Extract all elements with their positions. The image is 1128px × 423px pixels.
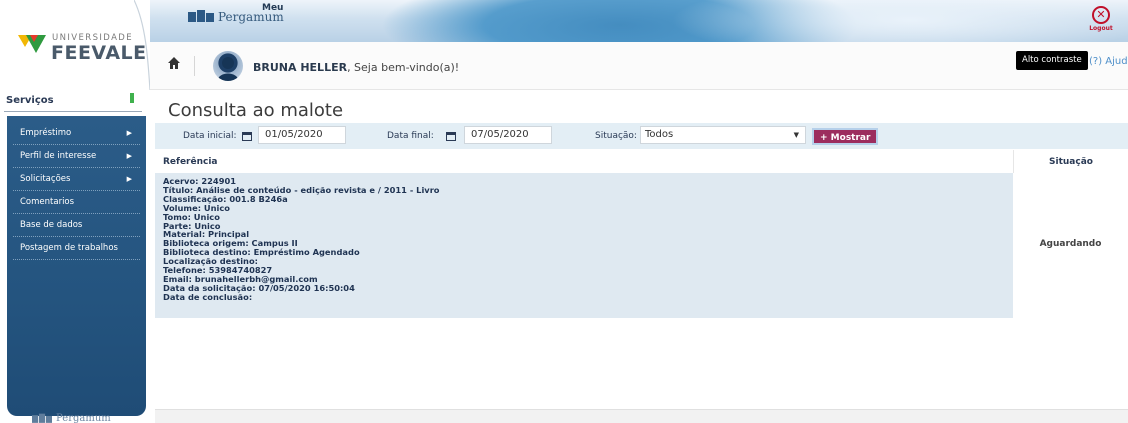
help-link[interactable]: (?) Ajuda: [1089, 56, 1128, 67]
logo-university-name: FEEVALE: [51, 42, 147, 64]
pergamum-books-icon: [32, 413, 52, 423]
chevron-down-icon: ▼: [793, 131, 799, 139]
logout-icon: ✕: [1092, 6, 1110, 24]
calendar-icon[interactable]: [242, 131, 252, 141]
start-date-label: Data inicial:: [183, 131, 237, 141]
sidebar-item-label: Comentarios: [20, 197, 75, 207]
sidebar-item-base-de-dados[interactable]: Base de dados: [13, 214, 140, 237]
calendar-icon[interactable]: [446, 131, 456, 141]
sidebar-item-perfil-de-interesse[interactable]: Perfil de interesse ▶: [13, 145, 140, 168]
caret-right-icon: ▶: [126, 152, 132, 160]
reference-line: Título: Análise de conteúdo - edição rev…: [163, 184, 440, 195]
start-date-input[interactable]: 01/05/2020: [258, 126, 346, 144]
sidebar-item-postagem-de-trabalhos[interactable]: Postagem de trabalhos: [13, 237, 140, 260]
greeting-text: , Seja bem-vindo(a)!: [347, 61, 460, 74]
caret-right-icon: ▶: [126, 175, 132, 183]
sidebar-item-label: Perfil de interesse: [20, 151, 97, 161]
status-select-value: Todos: [645, 129, 674, 140]
meu-pergamum-logo[interactable]: Pergamum: [188, 8, 284, 24]
page-title: Consulta ao malote: [168, 100, 344, 121]
app-name: Pergamum: [218, 10, 284, 24]
sidebar-menu: Empréstimo ▶ Perfil de interesse ▶ Solic…: [7, 116, 146, 416]
filter-bar: Data inicial: 01/05/2020 Data final: 07/…: [155, 123, 1128, 149]
sidebar-footer-brand: Pergamum: [56, 413, 111, 423]
status-label: Situação:: [595, 131, 637, 141]
feevale-logo-icon: [18, 35, 46, 53]
user-avatar: [213, 51, 243, 81]
user-avatar-icon: [217, 57, 239, 81]
reference-line: Biblioteca destino: Empréstimo Agendado: [163, 247, 360, 258]
top-banner: Meu Pergamum ✕ Logout: [150, 0, 1128, 42]
user-greeting: BRUNA HELLER, Seja bem-vindo(a)!: [253, 61, 459, 74]
home-icon[interactable]: [167, 56, 181, 70]
reference-cell: Acervo: 224901 Título: Análise de conteú…: [163, 177, 1003, 302]
column-header-status: Situação: [1049, 157, 1093, 167]
reference-line: Volume: Unico: [163, 202, 231, 213]
sidebar-header: Serviços: [0, 90, 146, 112]
pergamum-books-icon: [188, 10, 214, 22]
end-date-input[interactable]: 07/05/2020: [464, 126, 552, 144]
logout-label: Logout: [1089, 25, 1113, 32]
sidebar-item-label: Solicitações: [20, 174, 71, 184]
status-value: Aguardando: [1039, 239, 1102, 249]
column-header-reference: Referência: [163, 157, 218, 167]
sidebar-item-label: Postagem de trabalhos: [20, 243, 118, 253]
sidebar: Serviços Empréstimo ▶ Perfil de interess…: [0, 90, 146, 423]
page: UNIVERSIDADE FEEVALE Meu Pergamum ✕ Logo…: [0, 0, 1128, 423]
sidebar-title: Serviços: [6, 95, 54, 106]
table-header: Referência Situação: [155, 150, 1128, 173]
reference-line: Localização destino:: [163, 256, 258, 267]
user-bar-separator: [194, 56, 195, 76]
sidebar-item-comentarios[interactable]: Comentarios: [13, 191, 140, 214]
reference-line: Parte: Unico: [163, 220, 221, 231]
table-row: Acervo: 224901 Título: Análise de conteú…: [155, 173, 1128, 318]
reference-line: Data de conclusão:: [163, 291, 253, 302]
status-select[interactable]: Todos ▼: [640, 126, 806, 144]
logout-button[interactable]: ✕ Logout: [1086, 4, 1116, 38]
sidebar-item-label: Base de dados: [20, 220, 83, 230]
show-button[interactable]: + Mostrar: [812, 128, 879, 145]
university-logo[interactable]: UNIVERSIDADE FEEVALE: [0, 0, 150, 88]
sidebar-item-solicitacoes[interactable]: Solicitações ▶: [13, 168, 140, 191]
status-cell: Aguardando: [1013, 173, 1128, 318]
sidebar-item-label: Empréstimo: [20, 128, 72, 138]
reference-line: Tomo: Unico: [163, 211, 220, 222]
reference-line: Classificação: 001.8 B246a: [163, 193, 288, 204]
user-bar: BRUNA HELLER, Seja bem-vindo(a)! Alto co…: [150, 42, 1128, 90]
main-content: Consulta ao malote Data inicial: 01/05/2…: [155, 90, 1128, 423]
high-contrast-button[interactable]: Alto contraste: [1016, 51, 1088, 70]
user-name: BRUNA HELLER: [253, 61, 348, 74]
reference-line: Data da solicitação: 07/05/2020 16:50:04: [163, 282, 355, 293]
sidebar-item-emprestimo[interactable]: Empréstimo ▶: [13, 122, 140, 145]
caret-right-icon: ▶: [126, 129, 132, 137]
sidebar-footer-logo: Pergamum: [32, 412, 111, 423]
end-date-label: Data final:: [387, 131, 434, 141]
sidebar-collapse-toggle[interactable]: [130, 93, 134, 103]
